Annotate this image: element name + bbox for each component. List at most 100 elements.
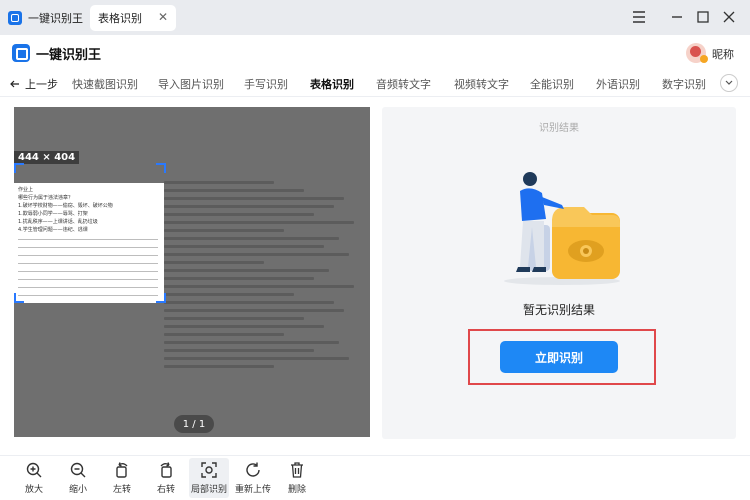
result-panel: 识别结果 暂无识别结果 立即识别 <box>382 107 736 439</box>
dimmed-text-line <box>164 333 284 336</box>
empty-result-text: 暂无识别结果 <box>522 303 595 317</box>
nav-item-quick-screenshot[interactable]: 快速截图识别 <box>72 76 138 92</box>
crop-handle-bottom-left[interactable] <box>14 293 24 303</box>
nav-item-video-to-text[interactable]: 视频转文字 <box>454 76 509 92</box>
reupload-button[interactable]: 重新上传 <box>233 458 273 498</box>
dimmed-text-line <box>164 293 294 296</box>
tool-label: 重新上传 <box>234 485 271 495</box>
document-text-line: 4.学生管理问题——违纪、逃课 <box>18 227 88 233</box>
dimmed-text-line <box>164 245 324 248</box>
close-window-icon[interactable] <box>720 8 738 26</box>
dimmed-text-line <box>164 277 314 280</box>
close-tab-icon[interactable]: ✕ <box>158 10 168 24</box>
rotate-left-icon <box>116 462 128 478</box>
title-bar: 一键识别王 表格识别 ✕ <box>0 0 750 35</box>
recognize-now-button[interactable]: 立即识别 <box>500 341 618 373</box>
tool-label: 缩小 <box>68 485 87 495</box>
back-button[interactable]: 上一步 <box>10 76 58 92</box>
workspace: 作业上哪些行为属于违法违章？ 1.破坏学校财物——偷窃、毁坏、破坏公物 1.欺辱弱小… <box>0 97 750 455</box>
partial-recognize-button[interactable]: 局部识别 <box>189 458 229 498</box>
dimmed-text-line <box>164 181 274 184</box>
document-text-line: 1.欺辱弱小同学——辱骂、打架 <box>18 211 88 217</box>
dimmed-text-line <box>164 285 354 288</box>
table-rule-line <box>18 247 158 248</box>
document-text-line: 1.扰乱秩序——上课讲话、乱扔垃圾 <box>18 219 98 225</box>
dimmed-text-line <box>164 213 314 216</box>
image-preview[interactable]: 作业上哪些行为属于违法违章？ 1.破坏学校财物——偷窃、毁坏、破坏公物 1.欺辱弱小… <box>14 107 370 437</box>
tab-label: 表格识别 <box>98 12 142 25</box>
document-text-line: 作业上 <box>18 187 34 193</box>
zoom-out-icon <box>70 462 86 478</box>
maximize-icon[interactable] <box>694 8 712 26</box>
nav-item-table[interactable]: 表格识别 <box>310 76 354 92</box>
brand-name: 一键识别王 <box>36 48 102 63</box>
app-logo-icon <box>8 11 22 25</box>
crop-handle-top-left[interactable] <box>14 163 24 173</box>
nickname[interactable]: 昵称 <box>712 46 734 62</box>
tool-label: 局部识别 <box>190 485 227 495</box>
table-rule-line <box>18 279 158 280</box>
page-indicator: 1 / 1 <box>174 415 214 433</box>
table-rule-line <box>18 263 158 264</box>
zoom-in-button[interactable]: 放大 <box>14 458 54 498</box>
table-rule-line <box>18 271 158 272</box>
dimmed-text-line <box>164 325 324 328</box>
tool-label: 放大 <box>24 485 43 495</box>
zoom-in-icon <box>26 462 42 478</box>
minimize-icon[interactable] <box>668 8 686 26</box>
document-text-line: 1.破坏学校财物——偷窃、毁坏、破坏公物 <box>18 203 113 209</box>
menu-icon[interactable] <box>630 8 648 26</box>
back-label: 上一步 <box>25 78 58 91</box>
nav-item-import-image[interactable]: 导入图片识别 <box>158 76 224 92</box>
dimmed-text-line <box>164 261 264 264</box>
result-title: 识别结果 <box>539 123 579 134</box>
dimmed-text-line <box>164 301 334 304</box>
dimmed-text-line <box>164 317 304 320</box>
nav-item-audio-to-text[interactable]: 音频转文字 <box>376 76 431 92</box>
nav-item-handwriting[interactable]: 手写识别 <box>244 76 288 92</box>
crop-handle-top-right[interactable] <box>156 163 166 173</box>
document-text-line: 哪些行为属于违法违章？ <box>18 195 74 201</box>
zoom-out-button[interactable]: 缩小 <box>58 458 98 498</box>
selected-region[interactable]: 作业上哪些行为属于违法违章？ 1.破坏学校财物——偷窃、毁坏、破坏公物 1.欺辱弱小… <box>14 183 164 303</box>
delete-button[interactable]: 删除 <box>277 458 317 498</box>
tool-label: 左转 <box>112 485 131 495</box>
dimmed-text-line <box>164 197 344 200</box>
nav-item-all-in-one[interactable]: 全能识别 <box>530 76 574 92</box>
partial-recognize-icon <box>201 462 217 478</box>
tool-label: 删除 <box>287 485 306 495</box>
empty-folder-illustration-icon <box>504 172 620 285</box>
trash-icon <box>291 462 303 478</box>
dimmed-text-line <box>164 253 349 256</box>
reupload-icon <box>246 462 260 477</box>
table-rule-line <box>18 287 158 288</box>
app-header: 一键识别王 昵称 <box>0 35 750 71</box>
rotate-right-icon <box>160 462 172 478</box>
rotate-left-button[interactable]: 左转 <box>102 458 142 498</box>
table-rule-line <box>18 295 158 296</box>
dimmed-text-line <box>164 357 349 360</box>
dimmed-text-line <box>164 229 284 232</box>
dimmed-text-line <box>164 237 339 240</box>
dimmed-text-line <box>164 205 334 208</box>
arrow-left-icon <box>10 80 19 88</box>
app-tab-label: 一键识别王 <box>28 12 83 25</box>
vip-badge-icon <box>700 55 708 63</box>
app-tab[interactable]: 一键识别王 <box>8 6 83 30</box>
rotate-right-button[interactable]: 右转 <box>146 458 186 498</box>
feature-nav: 上一步 快速截图识别 导入图片识别 手写识别 表格识别 音频转文字 视频转文字 … <box>0 71 750 97</box>
nav-item-digits[interactable]: 数字识别 <box>662 76 706 92</box>
table-rule-line <box>18 255 158 256</box>
crop-handle-bottom-right[interactable] <box>156 293 166 303</box>
dimmed-text-line <box>164 309 344 312</box>
tab-table-recognition[interactable]: 表格识别 ✕ <box>90 5 176 31</box>
dimmed-text-line <box>164 269 329 272</box>
dimmed-text-line <box>164 365 274 368</box>
dimmed-text-line <box>164 341 339 344</box>
dimmed-document <box>164 177 370 377</box>
chevron-down-icon[interactable] <box>720 74 738 92</box>
tool-label: 右转 <box>156 485 175 495</box>
nav-item-foreign-language[interactable]: 外语识别 <box>596 76 640 92</box>
table-rule-line <box>18 239 158 240</box>
bottom-toolbar: 放大 缩小 左转 右转 局部识别 重新上传 删除 <box>0 455 750 500</box>
